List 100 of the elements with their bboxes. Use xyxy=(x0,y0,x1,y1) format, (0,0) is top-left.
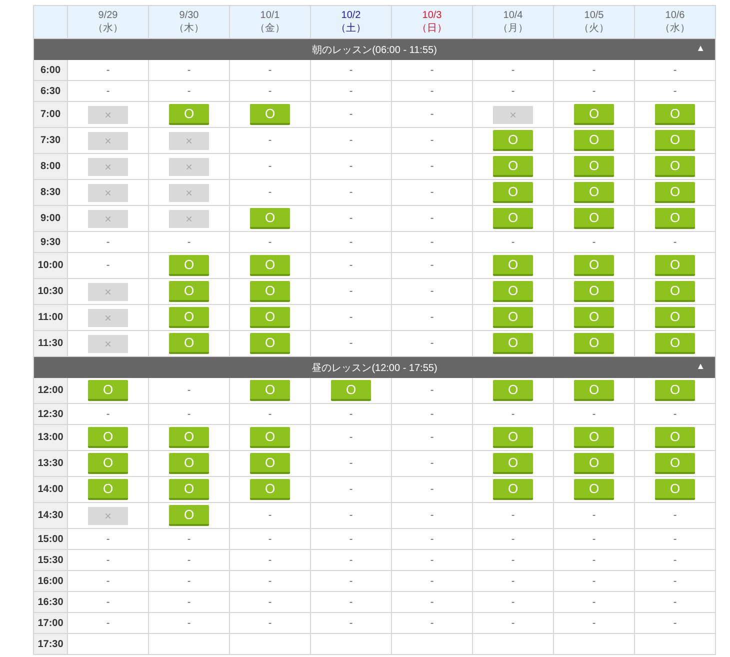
book-button[interactable]: O xyxy=(169,333,209,354)
book-button[interactable]: O xyxy=(574,307,614,328)
book-button[interactable]: O xyxy=(574,281,614,302)
time-label: 12:30 xyxy=(34,404,68,425)
book-button[interactable]: O xyxy=(655,104,695,125)
book-button[interactable]: O xyxy=(655,453,695,474)
book-button[interactable]: O xyxy=(493,255,533,276)
book-button[interactable]: O xyxy=(574,380,614,401)
time-label: 9:00 xyxy=(34,206,68,232)
book-button[interactable]: O xyxy=(169,505,209,526)
book-button[interactable]: O xyxy=(574,333,614,354)
full-slot-button: × xyxy=(88,158,128,176)
empty-slot-text: - xyxy=(349,260,353,271)
empty-slot-text: - xyxy=(349,576,353,586)
book-button[interactable]: O xyxy=(574,427,614,448)
book-button[interactable]: O xyxy=(655,427,695,448)
book-button[interactable]: O xyxy=(655,333,695,354)
empty-slot-text: - xyxy=(349,86,353,96)
empty-slot-text: - xyxy=(430,260,434,271)
book-button[interactable]: O xyxy=(655,479,695,500)
book-button[interactable]: O xyxy=(493,208,533,229)
empty-slot-text: - xyxy=(673,236,677,248)
book-button[interactable]: O xyxy=(574,104,614,125)
empty-slot-text: - xyxy=(349,484,353,495)
book-button[interactable]: O xyxy=(493,130,533,151)
collapse-toggle[interactable]: ▲ xyxy=(696,361,705,371)
date-text: 10/2 xyxy=(341,9,361,22)
book-button[interactable]: O xyxy=(574,156,614,177)
empty-slot-text: - xyxy=(187,64,191,76)
book-button[interactable]: O xyxy=(574,130,614,151)
book-button[interactable]: O xyxy=(493,479,533,500)
empty-slot-text: - xyxy=(268,534,272,544)
book-button[interactable]: O xyxy=(493,333,533,354)
book-button[interactable]: O xyxy=(574,182,614,203)
weekday-text: （水） xyxy=(93,22,123,35)
book-button[interactable]: O xyxy=(250,479,290,500)
book-button[interactable]: O xyxy=(655,307,695,328)
empty-slot-text: - xyxy=(673,510,677,521)
book-button[interactable]: O xyxy=(88,453,128,474)
empty-slot-text: - xyxy=(592,596,596,608)
book-button[interactable]: O xyxy=(169,453,209,474)
book-button[interactable]: O xyxy=(574,479,614,500)
book-button[interactable]: O xyxy=(655,380,695,401)
book-button[interactable]: O xyxy=(169,307,209,328)
book-button[interactable]: O xyxy=(493,427,533,448)
section-title: 朝のレッスン(06:00 - 11:55) xyxy=(312,44,437,56)
collapse-toggle[interactable]: ▲ xyxy=(696,43,705,53)
book-button[interactable]: O xyxy=(655,156,695,177)
book-button[interactable]: O xyxy=(169,479,209,500)
weekday-text: （火） xyxy=(579,22,609,35)
book-button[interactable]: O xyxy=(655,130,695,151)
book-button[interactable]: O xyxy=(88,380,128,401)
book-button[interactable]: O xyxy=(250,380,290,401)
empty-slot-text: - xyxy=(187,596,191,608)
empty-slot-text: - xyxy=(106,554,110,566)
book-button[interactable]: O xyxy=(250,307,290,328)
book-button[interactable]: O xyxy=(655,255,695,276)
full-slot-button: × xyxy=(169,210,209,228)
book-button[interactable]: O xyxy=(250,427,290,448)
book-button[interactable]: O xyxy=(655,208,695,229)
book-button[interactable]: O xyxy=(493,380,533,401)
empty-slot-text: - xyxy=(106,408,110,420)
book-button[interactable]: O xyxy=(493,182,533,203)
book-button[interactable]: O xyxy=(655,182,695,203)
empty-slot-text: - xyxy=(673,554,677,566)
book-button[interactable]: O xyxy=(331,380,371,401)
book-button[interactable]: O xyxy=(574,208,614,229)
empty-slot-text: - xyxy=(673,576,677,586)
time-label: 16:00 xyxy=(34,571,68,592)
book-button[interactable]: O xyxy=(250,255,290,276)
book-button[interactable]: O xyxy=(250,208,290,229)
date-text: 10/4 xyxy=(503,9,523,22)
book-button[interactable]: O xyxy=(574,453,614,474)
book-button[interactable]: O xyxy=(250,333,290,354)
empty-slot-text: - xyxy=(592,236,596,248)
empty-slot-text: - xyxy=(268,618,272,628)
time-label: 8:00 xyxy=(34,154,68,180)
book-button[interactable]: O xyxy=(655,281,695,302)
empty-slot-text: - xyxy=(511,618,515,628)
empty-slot-text: - xyxy=(430,510,434,521)
book-button[interactable]: O xyxy=(169,427,209,448)
book-button[interactable]: O xyxy=(169,104,209,125)
book-button[interactable]: O xyxy=(88,479,128,500)
book-button[interactable]: O xyxy=(574,255,614,276)
book-button[interactable]: O xyxy=(250,453,290,474)
full-slot-button: × xyxy=(169,184,209,202)
time-label: 14:30 xyxy=(34,503,68,529)
empty-slot-text: - xyxy=(268,554,272,566)
time-label: 11:30 xyxy=(34,331,68,357)
book-button[interactable]: O xyxy=(250,104,290,125)
book-button[interactable]: O xyxy=(493,453,533,474)
book-button[interactable]: O xyxy=(493,307,533,328)
book-button[interactable]: O xyxy=(88,427,128,448)
empty-slot-text: - xyxy=(268,135,272,146)
book-button[interactable]: O xyxy=(250,281,290,302)
time-label: 11:00 xyxy=(34,305,68,331)
book-button[interactable]: O xyxy=(169,281,209,302)
book-button[interactable]: O xyxy=(169,255,209,276)
book-button[interactable]: O xyxy=(493,156,533,177)
book-button[interactable]: O xyxy=(493,281,533,302)
